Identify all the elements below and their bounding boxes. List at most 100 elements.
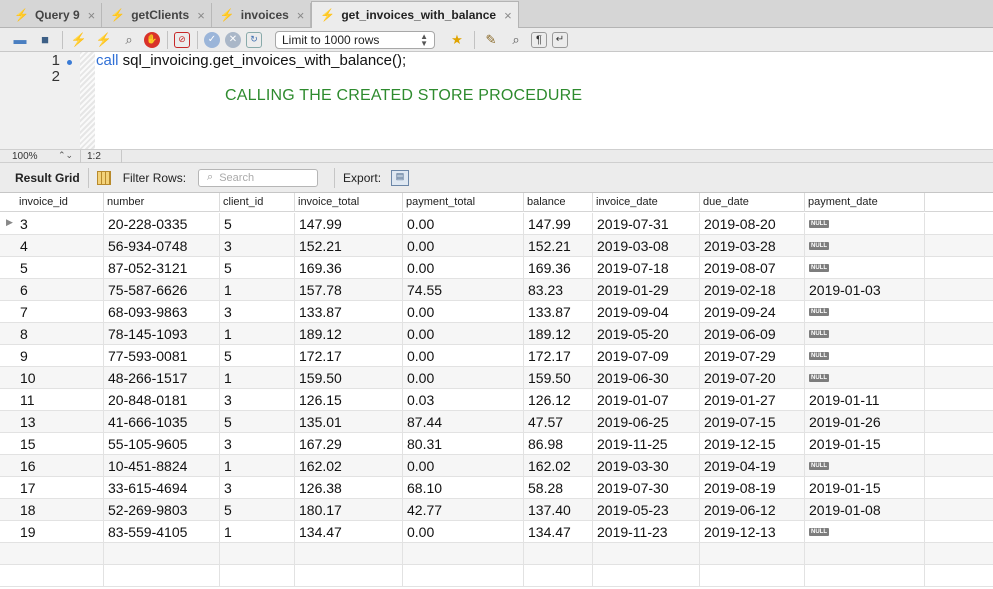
table-cell[interactable]: 13 (16, 411, 104, 433)
table-cell[interactable]: 5 (220, 411, 295, 433)
table-cell[interactable]: 5 (220, 345, 295, 367)
table-cell[interactable]: 5 (220, 257, 295, 279)
table-cell[interactable] (16, 565, 104, 587)
table-cell[interactable]: NULL (805, 521, 925, 543)
table-cell[interactable]: 56-934-0748 (104, 235, 220, 257)
table-cell[interactable]: 20-848-0181 (104, 389, 220, 411)
table-cell[interactable]: 2019-08-20 (700, 213, 805, 235)
explain-icon[interactable]: ⌕ (119, 31, 139, 49)
table-cell[interactable]: 0.00 (403, 235, 524, 257)
table-cell[interactable]: 2019-01-27 (700, 389, 805, 411)
result-grid-tab[interactable]: Result Grid (15, 171, 80, 185)
table-cell[interactable]: 152.21 (295, 235, 403, 257)
table-cell[interactable]: 126.38 (295, 477, 403, 499)
table-cell[interactable]: 9 (16, 345, 104, 367)
table-cell[interactable]: 159.50 (295, 367, 403, 389)
table-cell[interactable] (295, 543, 403, 565)
table-cell[interactable]: 83.23 (524, 279, 593, 301)
table-cell[interactable]: 135.01 (295, 411, 403, 433)
table-cell[interactable]: 3 (220, 301, 295, 323)
table-cell[interactable]: 33-615-4694 (104, 477, 220, 499)
column-header[interactable]: payment_date (805, 193, 925, 212)
table-cell[interactable]: 0.00 (403, 301, 524, 323)
tab-getclients[interactable]: ⚡ getClients × (102, 3, 212, 27)
table-cell[interactable]: 2019-07-09 (593, 345, 700, 367)
empty-table-row[interactable] (0, 565, 993, 587)
table-cell[interactable]: 3 (220, 433, 295, 455)
table-cell[interactable] (593, 565, 700, 587)
table-cell[interactable]: 6 (16, 279, 104, 301)
bookmark-icon[interactable]: ★ (447, 31, 467, 49)
table-row[interactable]: 7 68-093-9863 3 133.87 0.00 133.87 2019-09-04 2… (0, 301, 993, 323)
export-icon[interactable]: ▤ (391, 169, 410, 186)
column-header[interactable]: balance (524, 193, 593, 212)
table-cell[interactable]: 52-269-9803 (104, 499, 220, 521)
empty-table-row[interactable] (0, 543, 993, 565)
table-cell[interactable]: 2019-07-20 (700, 367, 805, 389)
table-cell[interactable]: 5 (220, 499, 295, 521)
grid-view-icon[interactable] (96, 170, 111, 185)
table-cell[interactable]: 2019-11-25 (593, 433, 700, 455)
table-cell[interactable]: 1 (220, 279, 295, 301)
table-cell[interactable]: 41-666-1035 (104, 411, 220, 433)
table-cell[interactable]: 2019-08-07 (700, 257, 805, 279)
table-cell[interactable] (220, 543, 295, 565)
column-header[interactable]: invoice_date (593, 193, 700, 212)
table-cell[interactable]: 2019-11-23 (593, 521, 700, 543)
table-cell[interactable]: 2019-06-30 (593, 367, 700, 389)
table-cell[interactable]: 172.17 (524, 345, 593, 367)
column-header[interactable]: number (104, 193, 220, 212)
table-cell[interactable]: 169.36 (295, 257, 403, 279)
table-cell[interactable] (220, 565, 295, 587)
tab-invoices[interactable]: ⚡ invoices × (212, 3, 312, 27)
code-line-1[interactable]: call sql_invoicing.get_invoices_with_bal… (96, 52, 406, 69)
table-cell[interactable]: 0.00 (403, 323, 524, 345)
table-cell[interactable]: 134.47 (524, 521, 593, 543)
table-cell[interactable]: 87-052-3121 (104, 257, 220, 279)
commit-icon[interactable]: ✓ (204, 31, 220, 48)
table-row[interactable]: 18 52-269-9803 5 180.17 42.77 137.40 2019-05-2… (0, 499, 993, 521)
table-cell[interactable]: 5 (220, 213, 295, 235)
table-cell[interactable]: 2019-01-08 (805, 499, 925, 521)
table-cell[interactable]: 4 (16, 235, 104, 257)
autocommit-icon[interactable]: ↻ (246, 31, 262, 48)
table-cell[interactable]: 2019-03-08 (593, 235, 700, 257)
table-cell[interactable]: 2019-09-04 (593, 301, 700, 323)
table-cell[interactable]: 167.29 (295, 433, 403, 455)
table-row[interactable]: ▶ 3 20-228-0335 5 147.99 0.00 147.99 2019-07-31… (0, 213, 993, 235)
limit-rows-select[interactable]: Limit to 1000 rows ▲ ▼ (275, 30, 435, 49)
table-cell[interactable] (700, 543, 805, 565)
zoom-level[interactable]: 100% (12, 151, 38, 162)
table-cell[interactable]: 86.98 (524, 433, 593, 455)
table-cell[interactable]: 87.44 (403, 411, 524, 433)
table-cell[interactable]: 2019-06-25 (593, 411, 700, 433)
find-icon[interactable]: ⌕ (506, 31, 526, 49)
table-cell[interactable]: 180.17 (295, 499, 403, 521)
table-cell[interactable]: 75-587-6626 (104, 279, 220, 301)
table-cell[interactable]: 152.21 (524, 235, 593, 257)
table-cell[interactable]: NULL (805, 301, 925, 323)
table-cell[interactable]: NULL (805, 257, 925, 279)
table-cell[interactable]: 172.17 (295, 345, 403, 367)
close-icon[interactable]: × (297, 8, 305, 23)
column-header[interactable]: invoice_id (16, 193, 104, 212)
table-cell[interactable]: 47.57 (524, 411, 593, 433)
table-cell[interactable]: 48-266-1517 (104, 367, 220, 389)
table-cell[interactable]: 78-145-1093 (104, 323, 220, 345)
table-cell[interactable]: 16 (16, 455, 104, 477)
table-cell[interactable]: 189.12 (524, 323, 593, 345)
table-cell[interactable]: 2019-07-31 (593, 213, 700, 235)
zoom-stepper-icon[interactable]: ⌃⌄ (58, 150, 73, 161)
execute-current-icon[interactable]: ⚡ (94, 31, 114, 49)
table-cell[interactable] (805, 543, 925, 565)
table-cell[interactable]: 2019-01-15 (805, 433, 925, 455)
column-header[interactable]: payment_total (403, 193, 524, 212)
table-cell[interactable]: 134.47 (295, 521, 403, 543)
filter-search-input[interactable]: ⌕ Search (198, 168, 319, 187)
table-cell[interactable]: 15 (16, 433, 104, 455)
column-header[interactable]: due_date (700, 193, 805, 212)
toggle-error-icon[interactable]: ⊘ (174, 31, 190, 48)
table-cell[interactable]: 2019-07-18 (593, 257, 700, 279)
table-cell[interactable]: 2019-08-19 (700, 477, 805, 499)
table-cell[interactable]: 2019-07-29 (700, 345, 805, 367)
